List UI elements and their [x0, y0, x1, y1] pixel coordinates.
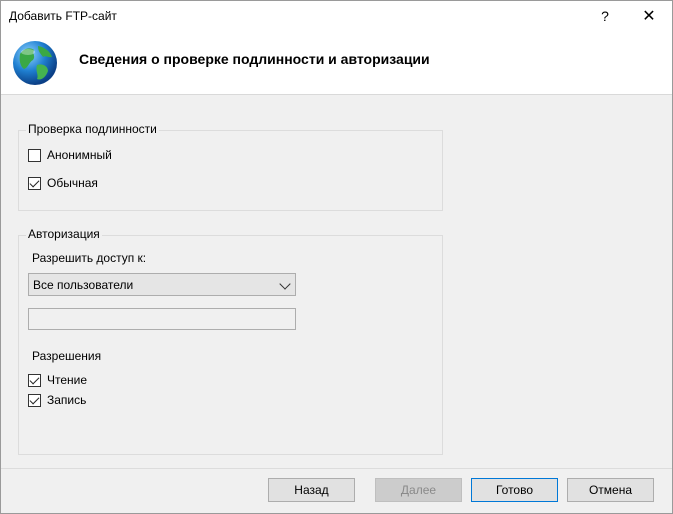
- close-button[interactable]: ✕: [631, 1, 667, 31]
- anonymous-option[interactable]: Анонимный: [28, 148, 112, 162]
- globe-icon: [13, 41, 57, 85]
- chevron-down-icon: [279, 278, 291, 290]
- allow-access-dropdown[interactable]: Все пользователи: [28, 273, 296, 296]
- write-option[interactable]: Запись: [28, 393, 86, 407]
- permissions-label: Разрешения: [32, 349, 102, 363]
- authorization-group-label: Авторизация: [26, 227, 102, 241]
- users-input[interactable]: [28, 308, 296, 330]
- basic-checkbox[interactable]: [28, 176, 41, 190]
- next-button[interactable]: Далее: [375, 478, 462, 502]
- anonymous-checkbox[interactable]: [28, 148, 41, 162]
- title-bar: Добавить FTP-сайт ? ✕: [1, 1, 672, 31]
- read-label: Чтение: [47, 373, 88, 387]
- allow-access-label: Разрешить доступ к:: [32, 251, 147, 265]
- page-title: Сведения о проверке подлинности и автори…: [79, 51, 430, 67]
- cancel-button[interactable]: Отмена: [567, 478, 654, 502]
- authentication-group-label: Проверка подлинности: [26, 122, 159, 136]
- authorization-group: [18, 235, 443, 455]
- wizard-header: Сведения о проверке подлинности и автори…: [1, 31, 672, 95]
- basic-label: Обычная: [47, 176, 98, 190]
- allow-access-value: Все пользователи: [33, 277, 134, 292]
- anonymous-label: Анонимный: [47, 148, 112, 162]
- write-checkbox[interactable]: [28, 393, 41, 407]
- window-title: Добавить FTP-сайт: [9, 9, 117, 23]
- read-checkbox[interactable]: [28, 373, 41, 387]
- read-option[interactable]: Чтение: [28, 373, 87, 387]
- dialog-window: Добавить FTP-сайт ? ✕ Сведения о проверк…: [0, 0, 673, 514]
- back-button[interactable]: Назад: [268, 478, 355, 502]
- footer-divider: [1, 468, 672, 469]
- help-button[interactable]: ?: [587, 1, 623, 31]
- write-label: Запись: [47, 393, 87, 407]
- basic-option[interactable]: Обычная: [28, 176, 98, 190]
- finish-button[interactable]: Готово: [471, 478, 558, 502]
- authentication-group: [18, 130, 443, 211]
